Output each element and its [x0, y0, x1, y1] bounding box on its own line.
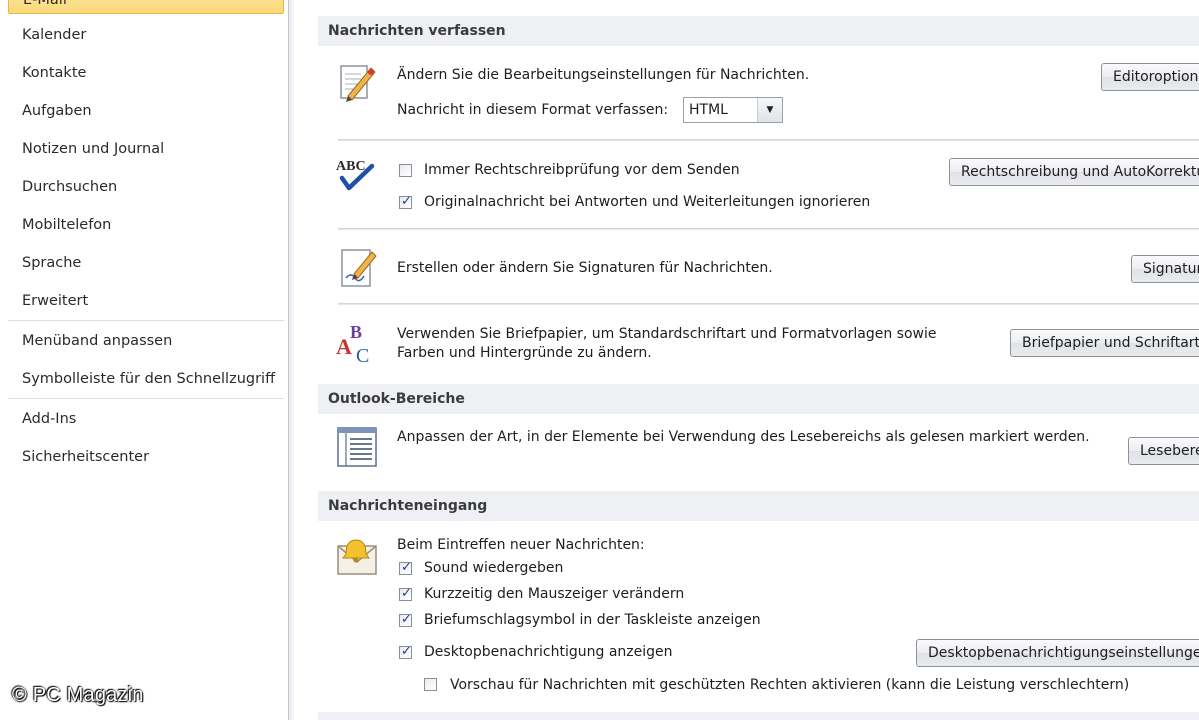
svg-text:A: A — [336, 334, 352, 359]
reading-pane-icon — [334, 424, 380, 470]
sidebar-item-label: Durchsuchen — [22, 179, 118, 195]
stationery-fonts-button[interactable]: Briefpapier und Schriftarten... — [1010, 329, 1199, 357]
taskbar-envelope-label: Briefumschlagsymbol in der Taskleiste an… — [424, 612, 761, 628]
change-cursor-label: Kurzzeitig den Mauszeiger verändern — [424, 586, 685, 602]
sidebar-item-email[interactable]: E-Mail — [8, 0, 284, 14]
sidebar-item-label: Kontakte — [22, 65, 87, 81]
svg-text:ABC: ABC — [336, 159, 366, 174]
ignore-original-checkbox[interactable]: ✓ — [399, 194, 412, 209]
compose-format-label: Nachricht in diesem Format verfassen: — [397, 102, 669, 118]
spell-check-checkbox[interactable] — [399, 164, 412, 177]
desktop-alert-label: Desktopbenachrichtigung anzeigen — [424, 644, 673, 660]
sidebar-item-addins[interactable]: Add-Ins — [8, 404, 284, 434]
section-header-panes: Outlook-Bereiche — [318, 384, 1199, 414]
sidebar-item-label: Aufgaben — [22, 103, 92, 119]
sidebar-item-label: Sicherheitscenter — [22, 449, 150, 465]
sidebar-divider — [8, 398, 284, 399]
sidebar-item-label: Erweitert — [22, 293, 89, 309]
stationery-description-line2: Farben und Hintergründe zu ändern. — [397, 345, 652, 361]
sidebar-divider — [8, 320, 284, 321]
sidebar-item-label: Sprache — [22, 255, 82, 271]
stationery-description-line1: Verwenden Sie Briefpapier, um Standardsc… — [397, 326, 937, 342]
compose-format-value: HTML — [689, 102, 728, 118]
editor-options-button[interactable]: Editoroptionen... — [1101, 63, 1199, 91]
options-sidebar: E-Mail Kalender Kontakte Aufgaben Notize… — [0, 0, 294, 720]
new-mail-bell-icon — [334, 532, 380, 578]
desktop-alert-checkbox[interactable]: ✓ — [399, 644, 412, 659]
section-divider — [338, 303, 1199, 305]
ignore-original-label: Originalnachricht bei Antworten und Weit… — [424, 194, 871, 210]
next-section-header — [318, 712, 1199, 720]
sidebar-item-customize-ribbon[interactable]: Menüband anpassen — [8, 326, 284, 356]
spell-check-label: Immer Rechtschreibprüfung vor dem Senden — [424, 162, 740, 178]
spelling-autocorrect-button[interactable]: Rechtschreibung und AutoKorrektur... — [949, 158, 1199, 186]
sidebar-item-label: Menüband anpassen — [22, 333, 173, 349]
reading-pane-button[interactable]: Lesebereich... — [1128, 437, 1199, 465]
outlook-options-window: E-Mail Kalender Kontakte Aufgaben Notize… — [0, 0, 1199, 720]
options-content: Nachrichten verfassen Ändern Sie die Bea… — [296, 0, 1199, 720]
rights-preview-label: Vorschau für Nachrichten mit geschützten… — [450, 677, 1130, 693]
stationery-fonts-icon: B A C — [334, 320, 380, 367]
sidebar-item-calendar[interactable]: Kalender — [8, 20, 284, 50]
signature-description: Erstellen oder ändern Sie Signaturen für… — [397, 260, 773, 276]
section-header-compose: Nachrichten verfassen — [318, 16, 1199, 46]
sidebar-item-label: Add-Ins — [22, 411, 77, 427]
check-mark-icon: ✓ — [401, 194, 412, 209]
sidebar-item-tasks[interactable]: Aufgaben — [8, 96, 284, 126]
check-mark-icon: ✓ — [401, 644, 412, 659]
sidebar-item-language[interactable]: Sprache — [8, 248, 284, 278]
section-divider — [338, 228, 1199, 230]
svg-text:C: C — [356, 345, 369, 366]
play-sound-label: Sound wiedergeben — [424, 560, 564, 576]
check-mark-icon: ✓ — [401, 586, 412, 601]
rights-preview-checkbox[interactable] — [424, 678, 437, 691]
sidebar-item-label: Symbolleiste für den Schnellzugriff — [22, 371, 276, 387]
play-sound-checkbox[interactable]: ✓ — [399, 560, 412, 575]
sidebar-item-notes-journal[interactable]: Notizen und Journal — [8, 134, 284, 164]
sidebar-item-trust-center[interactable]: Sicherheitscenter — [8, 442, 284, 472]
edit-message-icon — [334, 58, 380, 104]
check-mark-icon: ✓ — [401, 612, 412, 627]
desktop-alert-settings-button[interactable]: Desktopbenachrichtigungseinstellungen — [916, 639, 1199, 667]
reading-pane-description: Anpassen der Art, in der Elemente bei Ve… — [397, 429, 1090, 445]
sidebar-item-search[interactable]: Durchsuchen — [8, 172, 284, 202]
spelling-abc-icon: ABC — [334, 152, 380, 198]
sidebar-item-label: Mobiltelefon — [22, 217, 112, 233]
chevron-down-icon: ▼ — [757, 98, 782, 122]
sidebar-item-label: Kalender — [22, 27, 87, 43]
sidebar-item-quick-access-toolbar[interactable]: Symbolleiste für den Schnellzugriff — [8, 364, 284, 394]
section-header-arrival: Nachrichteneingang — [318, 491, 1199, 521]
sidebar-item-mobile[interactable]: Mobiltelefon — [8, 210, 284, 240]
signature-icon — [336, 244, 382, 290]
check-mark-icon: ✓ — [401, 560, 412, 575]
sidebar-item-advanced[interactable]: Erweitert — [8, 286, 284, 316]
change-cursor-checkbox[interactable]: ✓ — [399, 586, 412, 601]
section-divider — [338, 139, 1199, 141]
sidebar-item-label: E-Mail — [23, 0, 67, 8]
taskbar-envelope-checkbox[interactable]: ✓ — [399, 612, 412, 627]
sidebar-item-contacts[interactable]: Kontakte — [8, 58, 284, 88]
arrival-intro: Beim Eintreffen neuer Nachrichten: — [397, 537, 645, 553]
sidebar-item-label: Notizen und Journal — [22, 141, 165, 157]
compose-format-select[interactable]: HTML ▼ — [683, 97, 783, 123]
editor-options-description: Ändern Sie die Bearbeitungseinstellungen… — [397, 67, 810, 83]
watermark: © PC Magazin — [12, 684, 144, 706]
signatures-button[interactable]: Signaturen... — [1131, 255, 1199, 283]
